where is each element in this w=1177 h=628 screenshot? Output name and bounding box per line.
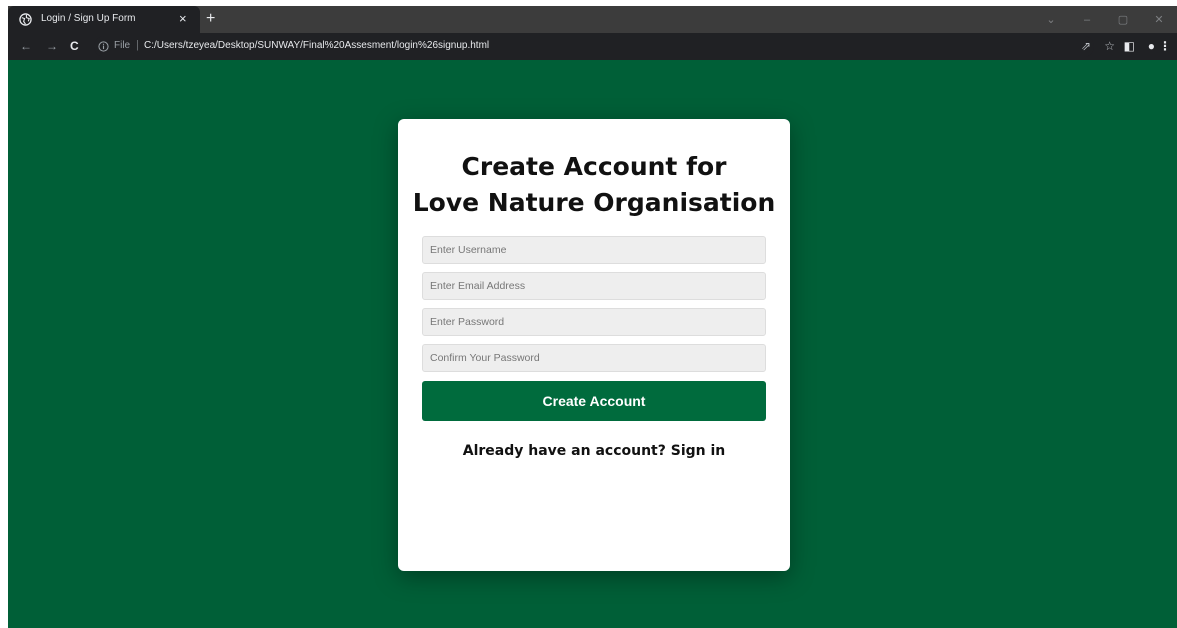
window-controls: ⌄ – ▢ ✕ [1033, 6, 1177, 33]
menu-icon[interactable]: ⋮ [1159, 40, 1171, 53]
info-icon[interactable] [98, 41, 109, 52]
address-bar[interactable]: File | C:/Users/tzeyea/Desktop/SUNWAY/Fi… [94, 36, 1094, 57]
signin-prompt: Already have an account? Sign in [398, 443, 790, 459]
maximize-icon[interactable]: ▢ [1105, 13, 1141, 26]
tab-search-icon[interactable]: ⌄ [1033, 13, 1069, 26]
back-icon[interactable]: ← [20, 39, 32, 53]
side-panel-icon[interactable]: ◧ [1124, 40, 1135, 53]
create-account-button[interactable]: Create Account [422, 381, 766, 421]
signin-prompt-text: Already have an account? [462, 443, 666, 459]
scheme-label: File [114, 40, 131, 51]
signin-link[interactable]: Sign in [671, 443, 726, 459]
share-icon[interactable]: ⇗ [1081, 40, 1091, 53]
form-title: Create Account for Love Nature Organisat… [398, 149, 790, 221]
page-viewport: Create Account for Love Nature Organisat… [8, 60, 1177, 628]
email-input[interactable] [422, 272, 766, 300]
tab-strip: Login / Sign Up Form × + ⌄ – ▢ ✕ [8, 6, 1177, 33]
profile-icon[interactable]: ● [1148, 40, 1155, 53]
address-separator: | [136, 39, 139, 51]
tab-title: Login / Sign Up Form [41, 13, 136, 24]
new-tab-button[interactable]: + [206, 9, 215, 29]
password-input[interactable] [422, 308, 766, 336]
globe-icon [19, 13, 32, 26]
browser-window: Login / Sign Up Form × + ⌄ – ▢ ✕ ← → C F… [8, 6, 1177, 628]
browser-tab[interactable]: Login / Sign Up Form × [8, 6, 200, 33]
confirm-password-input[interactable] [422, 344, 766, 372]
bookmark-star-icon[interactable]: ☆ [1104, 40, 1115, 53]
forward-icon[interactable]: → [46, 39, 58, 53]
signup-card: Create Account for Love Nature Organisat… [398, 119, 790, 571]
tab-close-icon[interactable]: × [179, 11, 187, 27]
browser-toolbar: ← → C File | C:/Users/tzeyea/Desktop/SUN… [8, 33, 1177, 60]
reload-icon[interactable]: C [70, 39, 79, 53]
username-input[interactable] [422, 236, 766, 264]
close-window-icon[interactable]: ✕ [1141, 13, 1177, 26]
minimize-icon[interactable]: – [1069, 14, 1105, 26]
url-text[interactable]: C:/Users/tzeyea/Desktop/SUNWAY/Final%20A… [144, 40, 489, 51]
form-title-line-2: Love Nature Organisation [412, 188, 776, 217]
form-title-line-1: Create Account for [461, 152, 727, 181]
